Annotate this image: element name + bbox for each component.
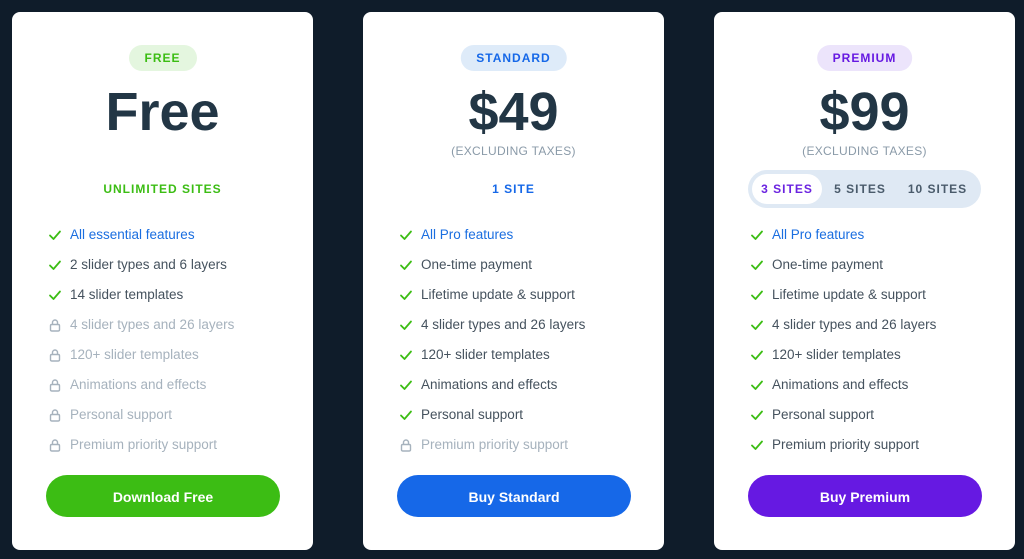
plan-price: $99 bbox=[819, 82, 910, 142]
feature-item: Premium priority support bbox=[750, 435, 1005, 465]
plan-price: Free bbox=[105, 82, 220, 142]
feature-item: 120+ slider templates bbox=[399, 345, 654, 375]
check-icon bbox=[399, 348, 413, 362]
lock-icon bbox=[48, 378, 62, 392]
plan-badge: FREE bbox=[128, 45, 197, 71]
check-icon bbox=[399, 408, 413, 422]
lock-icon bbox=[48, 348, 62, 362]
feature-item: Animations and effects bbox=[399, 375, 654, 405]
feature-label: Premium priority support bbox=[421, 437, 569, 452]
feature-list: All essential features 2 slider types and… bbox=[48, 225, 303, 465]
feature-item: One-time payment bbox=[750, 255, 1005, 285]
sites-option-10[interactable]: 10 SITES bbox=[898, 174, 977, 204]
tax-note: (EXCLUDING TAXES) bbox=[451, 144, 576, 158]
feature-item: 120+ slider templates bbox=[48, 345, 303, 375]
plan-badge: STANDARD bbox=[460, 45, 567, 71]
check-icon bbox=[750, 228, 764, 242]
check-icon bbox=[48, 228, 62, 242]
feature-item: All essential features bbox=[48, 225, 303, 255]
feature-item: 4 slider types and 26 layers bbox=[399, 315, 654, 345]
feature-item: Lifetime update & support bbox=[750, 285, 1005, 315]
feature-label: 4 slider types and 26 layers bbox=[772, 317, 937, 332]
plan-price: $49 bbox=[468, 82, 559, 142]
feature-item: Personal support bbox=[399, 405, 654, 435]
check-icon bbox=[750, 258, 764, 272]
feature-label: 4 slider types and 26 layers bbox=[70, 317, 235, 332]
feature-item: Premium priority support bbox=[48, 435, 303, 465]
lock-icon bbox=[48, 408, 62, 422]
check-icon bbox=[399, 378, 413, 392]
sites-label: UNLIMITED SITES bbox=[103, 182, 222, 196]
check-icon bbox=[399, 288, 413, 302]
check-icon bbox=[399, 228, 413, 242]
feature-label: Animations and effects bbox=[421, 377, 558, 392]
feature-item: Lifetime update & support bbox=[399, 285, 654, 315]
tax-note: (EXCLUDING TAXES) bbox=[802, 144, 927, 158]
sites-label: 1 SITE bbox=[492, 182, 535, 196]
check-icon bbox=[750, 438, 764, 452]
sites-option-5[interactable]: 5 SITES bbox=[824, 174, 896, 204]
check-icon bbox=[750, 378, 764, 392]
feature-label: Lifetime update & support bbox=[421, 287, 575, 302]
feature-label: Animations and effects bbox=[772, 377, 909, 392]
feature-item: 4 slider types and 26 layers bbox=[750, 315, 1005, 345]
sites-toggle: 3 SITES 5 SITES 10 SITES bbox=[748, 170, 981, 208]
buy-standard-button[interactable]: Buy Standard bbox=[397, 475, 631, 517]
feature-label: All Pro features bbox=[772, 227, 865, 242]
lock-icon bbox=[399, 438, 413, 452]
pricing-card-free: FREE Free UNLIMITED SITES All essential … bbox=[12, 12, 313, 550]
check-icon bbox=[48, 258, 62, 272]
feature-list: All Pro features One-time payment Lifetime… bbox=[399, 225, 654, 465]
feature-label: Premium priority support bbox=[772, 437, 920, 452]
download-free-button[interactable]: Download Free bbox=[46, 475, 280, 517]
feature-list: All Pro features One-time payment Lifetime… bbox=[750, 225, 1005, 465]
plan-badge: PREMIUM bbox=[816, 45, 913, 71]
feature-label: Premium priority support bbox=[70, 437, 218, 452]
buy-premium-button[interactable]: Buy Premium bbox=[748, 475, 982, 517]
feature-item: One-time payment bbox=[399, 255, 654, 285]
lock-icon bbox=[48, 318, 62, 332]
feature-item: 2 slider types and 6 layers bbox=[48, 255, 303, 285]
feature-label: One-time payment bbox=[421, 257, 533, 272]
feature-label: Personal support bbox=[421, 407, 524, 422]
feature-item: 14 slider templates bbox=[48, 285, 303, 315]
feature-label: 120+ slider templates bbox=[70, 347, 199, 362]
pricing-card-premium: PREMIUM $99 (EXCLUDING TAXES) 3 SITES 5 … bbox=[714, 12, 1015, 550]
feature-label: Animations and effects bbox=[70, 377, 207, 392]
feature-label: 120+ slider templates bbox=[421, 347, 550, 362]
feature-label: Personal support bbox=[70, 407, 173, 422]
check-icon bbox=[750, 408, 764, 422]
feature-item: Personal support bbox=[48, 405, 303, 435]
feature-item: 120+ slider templates bbox=[750, 345, 1005, 375]
feature-item: All Pro features bbox=[750, 225, 1005, 255]
feature-label: 14 slider templates bbox=[70, 287, 184, 302]
check-icon bbox=[750, 348, 764, 362]
feature-label: 120+ slider templates bbox=[772, 347, 901, 362]
sites-option-3[interactable]: 3 SITES bbox=[752, 174, 822, 204]
feature-item: Premium priority support bbox=[399, 435, 654, 465]
feature-item: 4 slider types and 26 layers bbox=[48, 315, 303, 345]
check-icon bbox=[399, 318, 413, 332]
feature-label: Lifetime update & support bbox=[772, 287, 926, 302]
check-icon bbox=[399, 258, 413, 272]
check-icon bbox=[750, 288, 764, 302]
feature-label: Personal support bbox=[772, 407, 875, 422]
feature-label: 2 slider types and 6 layers bbox=[70, 257, 227, 272]
check-icon bbox=[48, 288, 62, 302]
feature-item: All Pro features bbox=[399, 225, 654, 255]
pricing-card-standard: STANDARD $49 (EXCLUDING TAXES) 1 SITE Al… bbox=[363, 12, 664, 550]
feature-label: One-time payment bbox=[772, 257, 884, 272]
feature-item: Animations and effects bbox=[750, 375, 1005, 405]
feature-item: Personal support bbox=[750, 405, 1005, 435]
feature-label: All essential features bbox=[70, 227, 195, 242]
feature-label: All Pro features bbox=[421, 227, 514, 242]
lock-icon bbox=[48, 438, 62, 452]
check-icon bbox=[750, 318, 764, 332]
feature-item: Animations and effects bbox=[48, 375, 303, 405]
feature-label: 4 slider types and 26 layers bbox=[421, 317, 586, 332]
